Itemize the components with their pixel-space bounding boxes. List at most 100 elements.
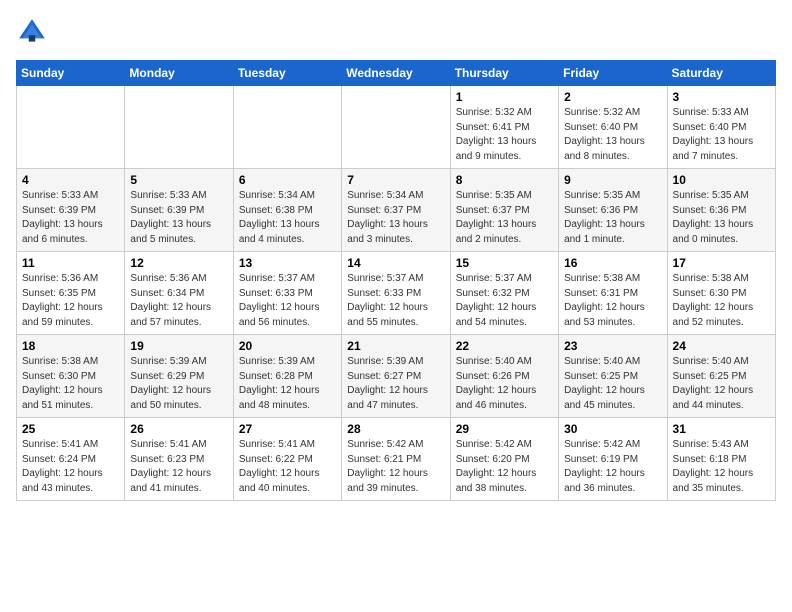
week-row-1: 1 Sunrise: 5:32 AM Sunset: 6:41 PM Daylig… (17, 86, 776, 169)
calendar-cell: 22 Sunrise: 5:40 AM Sunset: 6:26 PM Dayli… (450, 335, 558, 418)
day-number: 17 (673, 256, 770, 270)
calendar-cell: 2Sunrise: 5:32 AM Sunset: 6:40 PM Daylig… (559, 86, 667, 169)
calendar-cell: 9 Sunrise: 5:35 AM Sunset: 6:36 PM Daylig… (559, 169, 667, 252)
calendar-cell: 3 Sunrise: 5:33 AM Sunset: 6:40 PM Daylig… (667, 86, 775, 169)
week-row-3: 11 Sunrise: 5:36 AM Sunset: 6:35 PM Dayli… (17, 252, 776, 335)
day-number: 14 (347, 256, 444, 270)
calendar-cell: 26 Sunrise: 5:41 AM Sunset: 6:23 PM Dayli… (125, 418, 233, 501)
day-number: 22 (456, 339, 553, 353)
day-number: 11 (22, 256, 119, 270)
calendar-cell: 5 Sunrise: 5:33 AM Sunset: 6:39 PM Daylig… (125, 169, 233, 252)
calendar-cell: 27 Sunrise: 5:41 AM Sunset: 6:22 PM Dayli… (233, 418, 341, 501)
week-row-2: 4 Sunrise: 5:33 AM Sunset: 6:39 PM Daylig… (17, 169, 776, 252)
day-number: 25 (22, 422, 119, 436)
calendar-cell: 20 Sunrise: 5:39 AM Sunset: 6:28 PM Dayli… (233, 335, 341, 418)
day-info: Sunrise: 5:42 AM Sunset: 6:20 PM Dayligh… (456, 438, 553, 496)
calendar-cell: 18 Sunrise: 5:38 AM Sunset: 6:30 PM Dayli… (17, 335, 125, 418)
day-number: 10 (673, 173, 770, 187)
day-info: Sunrise: 5:39 AM Sunset: 6:28 PM Dayligh… (239, 355, 336, 413)
calendar-body: 1 Sunrise: 5:32 AM Sunset: 6:41 PM Daylig… (17, 86, 776, 501)
calendar-cell: 4 Sunrise: 5:33 AM Sunset: 6:39 PM Daylig… (17, 169, 125, 252)
day-number: 27 (239, 422, 336, 436)
day-number: 18 (22, 339, 119, 353)
day-number: 20 (239, 339, 336, 353)
day-info: Sunrise: 5:38 AM Sunset: 6:30 PM Dayligh… (22, 355, 119, 413)
day-number: 16 (564, 256, 661, 270)
day-number: 8 (456, 173, 553, 187)
calendar-cell: 14 Sunrise: 5:37 AM Sunset: 6:33 PM Dayli… (342, 252, 450, 335)
day-info: Sunrise: 5:37 AM Sunset: 6:32 PM Dayligh… (456, 272, 553, 330)
day-number: 30 (564, 422, 661, 436)
calendar-cell: 31 Sunrise: 5:43 AM Sunset: 6:18 PM Dayli… (667, 418, 775, 501)
day-info: Sunrise: 5:39 AM Sunset: 6:27 PM Dayligh… (347, 355, 444, 413)
logo-icon (16, 16, 48, 48)
calendar-cell (342, 86, 450, 169)
day-info: Sunrise: 5:40 AM Sunset: 6:25 PM Dayligh… (564, 355, 661, 413)
day-info: Sunrise: 5:34 AM Sunset: 6:38 PM Dayligh… (239, 189, 336, 247)
day-number: 21 (347, 339, 444, 353)
day-number: 31 (673, 422, 770, 436)
day-info: Sunrise: 5:39 AM Sunset: 6:29 PM Dayligh… (130, 355, 227, 413)
day-number: 6 (239, 173, 336, 187)
calendar-cell: 24 Sunrise: 5:40 AM Sunset: 6:25 PM Dayli… (667, 335, 775, 418)
calendar-cell: 29 Sunrise: 5:42 AM Sunset: 6:20 PM Dayli… (450, 418, 558, 501)
calendar-cell (233, 86, 341, 169)
day-info: Sunrise: 5:40 AM Sunset: 6:25 PM Dayligh… (673, 355, 770, 413)
day-number: 1 (456, 90, 553, 104)
calendar-cell: 6 Sunrise: 5:34 AM Sunset: 6:38 PM Daylig… (233, 169, 341, 252)
calendar-cell: 28Sunrise: 5:42 AM Sunset: 6:21 PM Dayli… (342, 418, 450, 501)
day-info: Sunrise: 5:36 AM Sunset: 6:34 PM Dayligh… (130, 272, 227, 330)
calendar-cell: 15 Sunrise: 5:37 AM Sunset: 6:32 PM Dayli… (450, 252, 558, 335)
calendar-header: SundayMondayTuesdayWednesdayThursdayFrid… (17, 61, 776, 86)
day-info: Sunrise: 5:37 AM Sunset: 6:33 PM Dayligh… (239, 272, 336, 330)
day-number: 9 (564, 173, 661, 187)
day-number: 19 (130, 339, 227, 353)
calendar-cell: 8Sunrise: 5:35 AM Sunset: 6:37 PM Daylig… (450, 169, 558, 252)
day-info: Sunrise: 5:33 AM Sunset: 6:39 PM Dayligh… (130, 189, 227, 247)
day-number: 23 (564, 339, 661, 353)
day-info: Sunrise: 5:43 AM Sunset: 6:18 PM Dayligh… (673, 438, 770, 496)
day-number: 29 (456, 422, 553, 436)
week-row-4: 18 Sunrise: 5:38 AM Sunset: 6:30 PM Dayli… (17, 335, 776, 418)
day-number: 3 (673, 90, 770, 104)
day-info: Sunrise: 5:38 AM Sunset: 6:31 PM Dayligh… (564, 272, 661, 330)
weekday-header-wednesday: Wednesday (342, 61, 450, 86)
day-number: 24 (673, 339, 770, 353)
calendar-cell: 17 Sunrise: 5:38 AM Sunset: 6:30 PM Dayli… (667, 252, 775, 335)
day-number: 12 (130, 256, 227, 270)
day-info: Sunrise: 5:32 AM Sunset: 6:41 PM Dayligh… (456, 106, 553, 164)
day-info: Sunrise: 5:35 AM Sunset: 6:36 PM Dayligh… (673, 189, 770, 247)
day-number: 26 (130, 422, 227, 436)
day-info: Sunrise: 5:35 AM Sunset: 6:36 PM Dayligh… (564, 189, 661, 247)
day-info: Sunrise: 5:36 AM Sunset: 6:35 PM Dayligh… (22, 272, 119, 330)
weekday-row: SundayMondayTuesdayWednesdayThursdayFrid… (17, 61, 776, 86)
calendar: SundayMondayTuesdayWednesdayThursdayFrid… (16, 60, 776, 501)
calendar-cell: 16 Sunrise: 5:38 AM Sunset: 6:31 PM Dayli… (559, 252, 667, 335)
day-info: Sunrise: 5:41 AM Sunset: 6:22 PM Dayligh… (239, 438, 336, 496)
calendar-cell: 11 Sunrise: 5:36 AM Sunset: 6:35 PM Dayli… (17, 252, 125, 335)
calendar-cell: 10 Sunrise: 5:35 AM Sunset: 6:36 PM Dayli… (667, 169, 775, 252)
weekday-header-tuesday: Tuesday (233, 61, 341, 86)
day-info: Sunrise: 5:38 AM Sunset: 6:30 PM Dayligh… (673, 272, 770, 330)
weekday-header-saturday: Saturday (667, 61, 775, 86)
calendar-cell: 7 Sunrise: 5:34 AM Sunset: 6:37 PM Daylig… (342, 169, 450, 252)
weekday-header-sunday: Sunday (17, 61, 125, 86)
day-number: 13 (239, 256, 336, 270)
day-info: Sunrise: 5:42 AM Sunset: 6:19 PM Dayligh… (564, 438, 661, 496)
calendar-cell (125, 86, 233, 169)
day-info: Sunrise: 5:33 AM Sunset: 6:39 PM Dayligh… (22, 189, 119, 247)
weekday-header-thursday: Thursday (450, 61, 558, 86)
day-number: 15 (456, 256, 553, 270)
day-info: Sunrise: 5:41 AM Sunset: 6:23 PM Dayligh… (130, 438, 227, 496)
day-info: Sunrise: 5:33 AM Sunset: 6:40 PM Dayligh… (673, 106, 770, 164)
day-number: 7 (347, 173, 444, 187)
calendar-cell: 21 Sunrise: 5:39 AM Sunset: 6:27 PM Dayli… (342, 335, 450, 418)
day-number: 5 (130, 173, 227, 187)
day-info: Sunrise: 5:34 AM Sunset: 6:37 PM Dayligh… (347, 189, 444, 247)
day-info: Sunrise: 5:40 AM Sunset: 6:26 PM Dayligh… (456, 355, 553, 413)
day-info: Sunrise: 5:42 AM Sunset: 6:21 PM Dayligh… (347, 438, 444, 496)
day-info: Sunrise: 5:37 AM Sunset: 6:33 PM Dayligh… (347, 272, 444, 330)
day-number: 4 (22, 173, 119, 187)
calendar-cell: 1 Sunrise: 5:32 AM Sunset: 6:41 PM Daylig… (450, 86, 558, 169)
calendar-cell: 13 Sunrise: 5:37 AM Sunset: 6:33 PM Dayli… (233, 252, 341, 335)
